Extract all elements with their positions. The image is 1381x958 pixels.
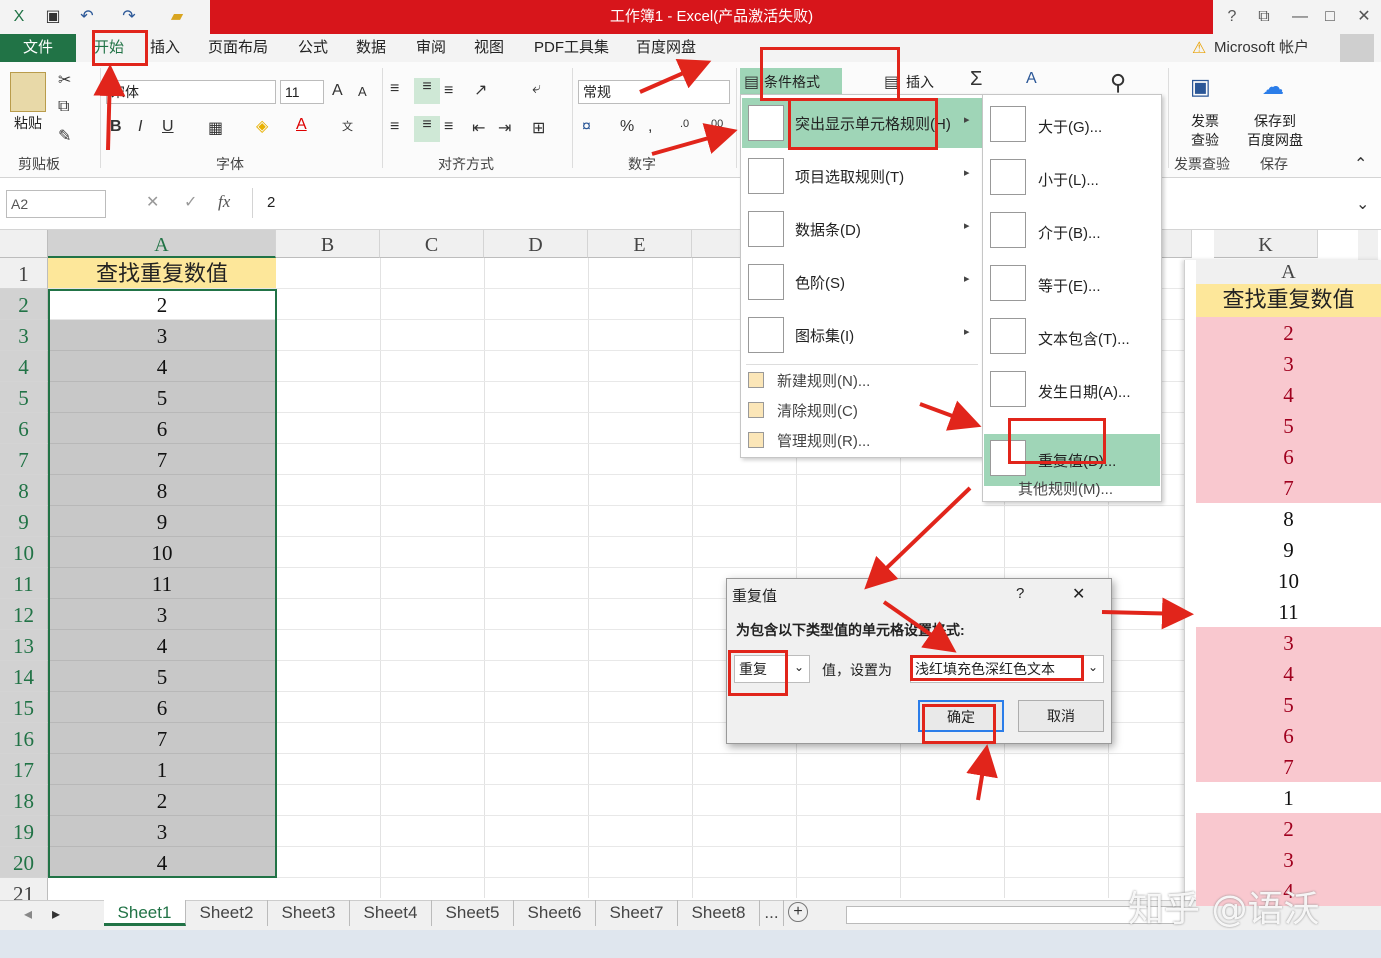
arrow-to-format (882, 600, 957, 653)
arrow-to-result (1101, 597, 1194, 630)
watermark: 知乎 @语沃 (1128, 889, 1320, 930)
arrow-to-ok (966, 744, 998, 801)
arrow-to-home (93, 64, 126, 151)
arrow-to-highlight-rules (651, 123, 738, 156)
annotation-arrows (93, 58, 1194, 801)
arrow-to-duplicate (919, 400, 982, 431)
arrow-to-conditional-format (639, 58, 712, 94)
arrow-to-dialog (864, 486, 972, 590)
